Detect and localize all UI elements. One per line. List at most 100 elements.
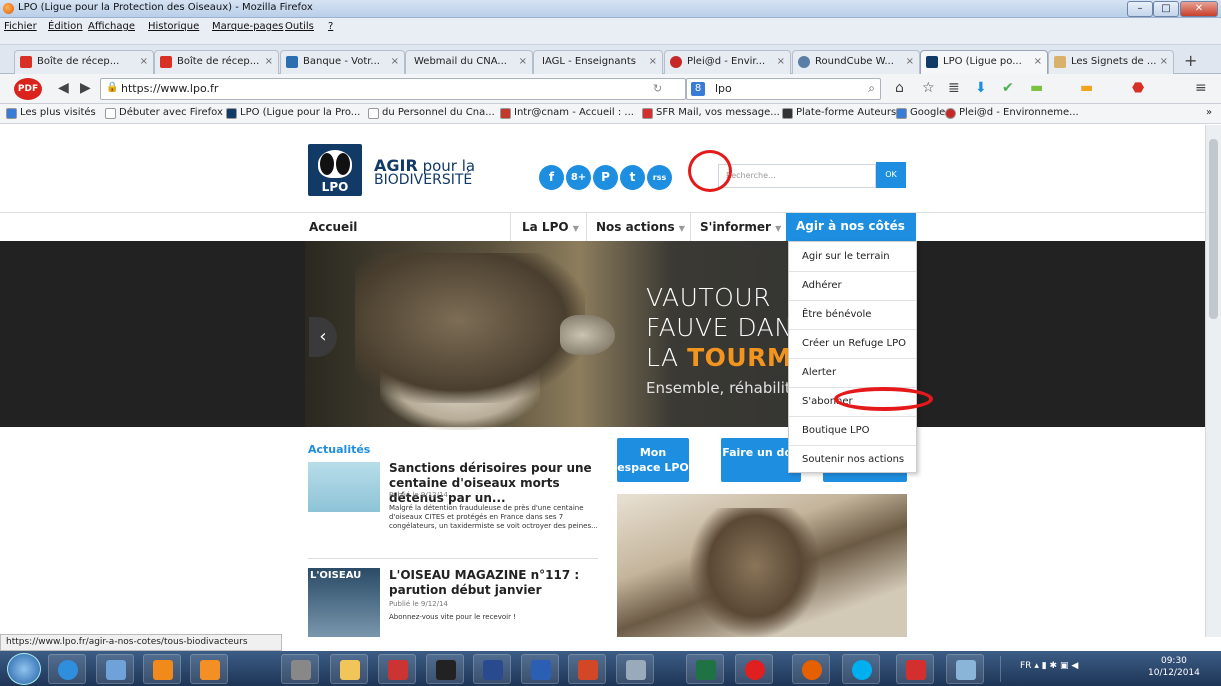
search-ok-button[interactable]: OK <box>876 162 906 188</box>
taskbar-banque[interactable] <box>473 654 511 684</box>
tab-close-icon[interactable]: × <box>1034 51 1042 73</box>
article-1-image[interactable] <box>308 462 380 512</box>
twitter-icon[interactable]: t <box>620 165 645 190</box>
bookmark-sfr[interactable]: SFR Mail, vos message... <box>642 107 780 119</box>
vertical-scrollbar[interactable] <box>1205 125 1221 637</box>
nav-accueil[interactable]: Accueil <box>309 220 357 234</box>
bookmarks-list-icon[interactable]: ≣ <box>948 80 960 96</box>
article-1-title[interactable]: Sanctions dérisoires pour une centaine d… <box>389 461 604 506</box>
tab-banque[interactable]: Banque - Votr... × <box>280 50 405 74</box>
menu-view[interactable]: Affichage <box>88 21 135 32</box>
taskbar-vlc[interactable] <box>143 654 181 684</box>
nav-agir-a-nos-cotes[interactable]: Agir à nos côtés <box>786 213 916 241</box>
green-marker-icon[interactable]: ▬ <box>1030 80 1043 96</box>
scrollbar-thumb[interactable] <box>1209 139 1218 319</box>
maximize-button[interactable]: □ <box>1153 1 1179 17</box>
start-button[interactable] <box>7 653 41 685</box>
menu-bookmarks[interactable]: Marque-pages <box>212 21 283 32</box>
tab-close-icon[interactable]: × <box>140 51 148 73</box>
system-clock[interactable]: 09:30 10/12/2014 <box>1148 655 1200 679</box>
bookmark-personnel[interactable]: du Personnel du Cna... <box>368 107 495 119</box>
bookmarks-overflow-icon[interactable]: » <box>1206 107 1212 118</box>
orange-marker-icon[interactable]: ▬ <box>1080 80 1093 96</box>
tab-pleiad[interactable]: Plei@d - Envir... × <box>664 50 791 74</box>
tab-close-icon[interactable]: × <box>649 51 657 73</box>
taskbar-ie[interactable] <box>48 654 86 684</box>
mon-espace-button[interactable]: Mon espace LPO <box>617 438 689 482</box>
nav-sinformer[interactable]: S'informer ▼ <box>700 220 781 234</box>
menu-file[interactable]: Fichier <box>4 21 37 32</box>
taskbar-acrobat[interactable] <box>896 654 934 684</box>
dropdown-benevole[interactable]: Être bénévole <box>789 301 916 330</box>
tab-close-icon[interactable]: × <box>265 51 273 73</box>
rss-icon[interactable]: rss <box>647 165 672 190</box>
tab-iagl[interactable]: IAGL - Enseignants × <box>533 50 663 74</box>
dropdown-alerter[interactable]: Alerter <box>789 359 916 388</box>
google-plus-icon[interactable]: 8+ <box>566 165 591 190</box>
bookmark-debuter[interactable]: Débuter avec Firefox <box>105 107 223 119</box>
menu-help[interactable]: ? <box>328 21 333 32</box>
article-2-image[interactable]: L'OISEAU <box>308 568 380 637</box>
tab-close-icon[interactable]: × <box>777 51 785 73</box>
dropdown-soutenir[interactable]: Soutenir nos actions <box>789 446 916 475</box>
tab-webmail[interactable]: Webmail du CNA... × <box>405 50 533 74</box>
bookmark-lpo[interactable]: LPO (Ligue pour la Pro... <box>226 107 360 119</box>
menu-history[interactable]: Historique <box>148 21 199 32</box>
bluetooth-icon[interactable]: ✱ <box>1050 661 1058 671</box>
search-bar[interactable]: 8 lpo ⌕ <box>686 78 881 100</box>
taskbar-firefox[interactable] <box>792 654 830 684</box>
facebook-icon[interactable]: f <box>539 165 564 190</box>
bookmark-plus-visites[interactable]: Les plus visités <box>6 107 96 119</box>
taskbar-excel[interactable] <box>686 654 724 684</box>
pinterest-icon[interactable]: P <box>593 165 618 190</box>
bookmark-auteurs[interactable]: Plate-forme Auteurs <box>782 107 896 119</box>
taskbar-paint-app[interactable] <box>946 654 984 684</box>
abp-icon[interactable]: ⬣ <box>1132 80 1144 96</box>
dropdown-boutique[interactable]: Boutique LPO <box>789 417 916 446</box>
tray-arrow-icon[interactable]: ▴ <box>1034 661 1039 671</box>
taskbar-word[interactable] <box>521 654 559 684</box>
close-button[interactable]: ✕ <box>1180 1 1218 17</box>
tab-gmail-1[interactable]: Boîte de récep... × <box>14 50 154 74</box>
article-2-title[interactable]: L'OISEAU MAGAZINE n°117 : parution début… <box>389 568 604 598</box>
taskbar-app-red[interactable] <box>735 654 773 684</box>
tab-signets[interactable]: Les Signets de ... × <box>1048 50 1174 74</box>
tab-close-icon[interactable]: × <box>1160 51 1168 73</box>
minimize-button[interactable]: – <box>1127 1 1153 17</box>
taskbar-calculator[interactable] <box>616 654 654 684</box>
checkmark-icon[interactable]: ✔ <box>1002 80 1014 96</box>
nav-nos-actions[interactable]: Nos actions ▼ <box>596 220 685 234</box>
language-indicator[interactable]: FR <box>1020 661 1031 671</box>
taskbar-skype[interactable] <box>842 654 880 684</box>
site-search-input[interactable]: Recherche... <box>718 164 876 188</box>
url-bar[interactable]: 🔒 https://www.lpo.fr ↻ <box>100 78 686 100</box>
tab-close-icon[interactable]: × <box>391 51 399 73</box>
forward-icon[interactable]: ▶ <box>80 80 91 96</box>
bookmark-intracnam[interactable]: Intr@cnam - Accueil : ... <box>500 107 634 119</box>
taskbar-tool[interactable] <box>281 654 319 684</box>
dropdown-refuge[interactable]: Créer un Refuge LPO <box>789 330 916 359</box>
taskbar-media[interactable] <box>190 654 228 684</box>
bookmark-star-icon[interactable]: ☆ <box>922 80 935 96</box>
menu-edit[interactable]: Édition <box>48 21 83 32</box>
taskbar-paint[interactable] <box>96 654 134 684</box>
signal-icon[interactable]: ▮ <box>1042 661 1047 671</box>
search-engine-icon[interactable]: 8 <box>691 82 705 96</box>
tab-close-icon[interactable]: × <box>519 51 527 73</box>
search-icon[interactable]: ⌕ <box>868 81 875 96</box>
tab-close-icon[interactable]: × <box>906 51 914 73</box>
news-section-title[interactable]: Actualités <box>308 443 370 456</box>
dropdown-agir-terrain[interactable]: Agir sur le terrain <box>789 243 916 272</box>
taskbar-snip[interactable] <box>378 654 416 684</box>
menu-tools[interactable]: Outils <box>285 21 314 32</box>
new-tab-button[interactable]: + <box>1184 51 1197 70</box>
pdf-button[interactable]: PDF <box>14 78 42 100</box>
reload-icon[interactable]: ↻ <box>653 82 662 95</box>
tab-roundcube[interactable]: RoundCube W... × <box>792 50 920 74</box>
bookmark-pleiad[interactable]: Plei@d - Environneme... <box>945 107 1079 119</box>
download-icon[interactable]: ⬇ <box>975 80 987 96</box>
back-icon[interactable]: ◀ <box>58 80 69 96</box>
menu-hamburger-icon[interactable]: ≡ <box>1195 80 1207 96</box>
network-icon[interactable]: ▣ <box>1060 661 1069 671</box>
taskbar-powerpoint[interactable] <box>568 654 606 684</box>
